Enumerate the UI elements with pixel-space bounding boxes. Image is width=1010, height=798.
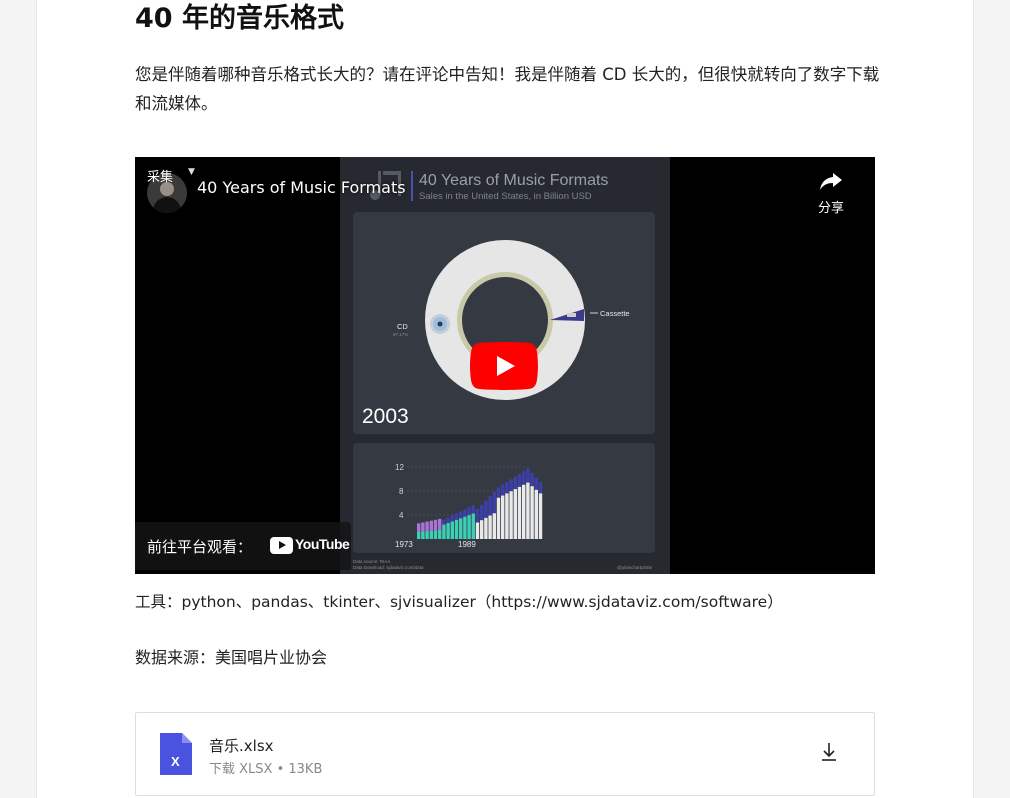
bar-segment <box>534 489 538 539</box>
bar-segment <box>429 520 433 531</box>
bar-segment <box>417 531 421 539</box>
bar-segment <box>526 482 530 539</box>
bar-segment <box>459 518 463 539</box>
bar-segment <box>425 521 429 532</box>
bar-segment <box>509 491 513 539</box>
frame-year: 2003 <box>362 405 409 428</box>
bar-segment <box>433 519 438 531</box>
youtube-wordmark: YouTube <box>295 536 350 552</box>
bar-segment <box>480 504 484 521</box>
article-intro: 您是伴随着哪种音乐格式长大的？请在评论中告知！我是伴随着 CD 长大的，但很快就… <box>135 65 880 113</box>
bar-segment <box>492 492 496 514</box>
donut-label-cassette: Cassette <box>600 309 630 318</box>
bar-segment <box>488 496 492 516</box>
video-embed[interactable]: 40 Years of Music Formats Sales in the U… <box>135 157 875 574</box>
bar-segment <box>530 473 534 487</box>
bar-segment <box>421 531 425 539</box>
frame-footer-download: Data Download: sjdataviz.com/data <box>353 565 424 570</box>
bar-segment <box>496 497 501 539</box>
bar-segment <box>484 517 488 539</box>
watch-on-youtube-button[interactable]: 前往平台观看： YouTube <box>135 522 351 570</box>
bar-segment <box>496 487 501 498</box>
attachment-meta: 下载 XLSX • 13KB <box>209 762 323 777</box>
bar-segment <box>513 476 517 490</box>
attachment-card[interactable]: X 音乐.xlsx 下载 XLSX • 13KB <box>135 712 875 796</box>
article-page: 40 年的音乐格式 您是伴随着哪种音乐格式长大的？请在评论中告知！我是伴随着 C… <box>36 0 974 798</box>
bar-segment <box>463 509 467 517</box>
cd-disc-icon <box>430 314 450 334</box>
youtube-badge-icon <box>270 537 293 554</box>
bar-segment <box>459 511 463 519</box>
bar-segment <box>522 484 526 539</box>
watch-on-label: 前往平台观看： <box>147 538 253 556</box>
source-line: 数据来源：美国唱片业协会 <box>135 648 328 667</box>
bar-segment <box>517 486 522 539</box>
share-label: 分享 <box>817 201 844 216</box>
bar-segment <box>442 524 446 539</box>
bar-segment <box>501 495 505 539</box>
bar-segment <box>526 468 530 483</box>
bar-segment <box>475 509 480 523</box>
bar-segment <box>509 479 513 492</box>
frame-chart-title: 40 Years of Music Formats <box>419 172 608 189</box>
bar-segment <box>438 518 442 530</box>
xlsx-icon-letter: X <box>171 754 180 769</box>
bar-segment <box>438 529 442 539</box>
bar-segment <box>467 507 471 516</box>
frame-chart-subtitle: Sales in the United States, in Billion U… <box>419 191 592 202</box>
frame-footer-handle: @plainchartplotte <box>617 565 653 570</box>
bar-segment <box>471 513 475 539</box>
article-title: 40 年的音乐格式 <box>135 3 344 34</box>
bar-x-1973: 1973 <box>395 540 413 549</box>
bar-segment <box>450 515 454 522</box>
bar-segment <box>425 531 429 539</box>
bar-segment <box>505 482 509 494</box>
bar-segment <box>467 515 471 539</box>
bar-segment <box>450 521 454 539</box>
bar-segment <box>454 519 459 539</box>
bar-segment <box>538 493 543 539</box>
youtube-play-icon[interactable] <box>470 342 538 390</box>
bar-segment <box>484 500 488 518</box>
bar-segment <box>488 515 492 539</box>
avatar-body <box>153 197 181 213</box>
bar-x-1989: 1989 <box>458 540 476 549</box>
bar-segment <box>475 522 480 539</box>
bar-segment <box>446 517 450 524</box>
caret-down-icon: ▼ <box>188 167 195 177</box>
bar-segment <box>522 471 526 485</box>
donut-label-cd-sub: 97.17% <box>393 332 408 337</box>
bar-segment <box>442 519 446 525</box>
bar-segment <box>446 523 450 539</box>
download-arrow-icon[interactable] <box>818 741 840 763</box>
xlsx-file-icon: X <box>160 733 192 775</box>
bar-segment <box>433 530 438 539</box>
bar-segment <box>530 486 534 539</box>
attachment-file-name[interactable]: 音乐.xlsx <box>209 735 274 756</box>
bar-segment <box>454 513 459 520</box>
donut-label-cd: CD <box>397 322 408 331</box>
bar-segment <box>517 473 522 487</box>
bar-segment <box>429 530 433 539</box>
bar-segment <box>505 493 509 539</box>
bar-segment <box>463 516 467 539</box>
bar-segment <box>501 484 505 496</box>
frame-footer-source: Data source: RIAA <box>353 559 390 564</box>
bar-segment <box>534 477 538 490</box>
bar-segment <box>538 482 543 494</box>
share-button[interactable]: 分享 <box>811 171 851 216</box>
bar-segment <box>421 522 425 532</box>
bar-segment <box>480 520 484 539</box>
bar-segment <box>417 523 421 532</box>
share-arrow-icon <box>820 173 842 190</box>
tools-line: 工具：python、pandas、tkinter、sjvisualizer（ht… <box>135 593 783 611</box>
bar-segment <box>492 513 496 539</box>
video-title[interactable]: 40 Years of Music Formats <box>197 178 406 197</box>
bar-tick-8: 8 <box>399 487 404 496</box>
bar-tick-4: 4 <box>399 511 404 520</box>
bar-tick-12: 12 <box>395 463 404 472</box>
bar-segment <box>471 505 475 514</box>
channel-name[interactable]: 采集 <box>147 166 173 185</box>
bar-segment <box>513 489 517 539</box>
